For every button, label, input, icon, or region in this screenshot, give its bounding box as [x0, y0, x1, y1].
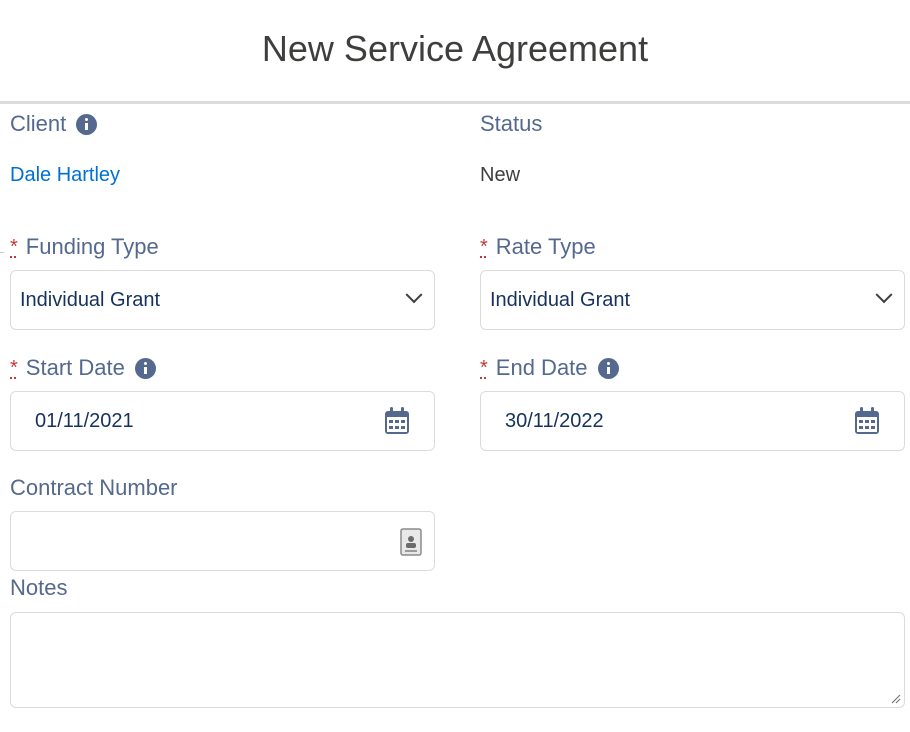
status-label: Status: [480, 111, 543, 136]
calendar-icon[interactable]: [384, 407, 410, 435]
chevron-down-icon: [405, 286, 423, 304]
notes-label-row: Notes: [10, 575, 67, 601]
info-icon[interactable]: [597, 357, 619, 379]
start-date-input[interactable]: 01/11/2021: [10, 391, 435, 451]
rate-type-label-row: * Rate Type: [480, 234, 596, 260]
notes-label: Notes: [10, 575, 68, 600]
modal-header: New Service Agreement: [0, 0, 910, 104]
contract-number-label: Contract Number: [10, 475, 178, 500]
funding-type-value: Individual Grant: [20, 289, 161, 311]
status-value: New: [480, 164, 521, 186]
calendar-icon[interactable]: [854, 407, 880, 435]
rate-type-value: Individual Grant: [490, 289, 631, 311]
required-marker: *: [10, 357, 18, 379]
rate-type-label: Rate Type: [495, 234, 596, 259]
info-icon[interactable]: [134, 357, 156, 379]
notes-textarea[interactable]: [10, 612, 905, 708]
end-date-label: End Date: [495, 355, 588, 380]
required-marker: *: [480, 357, 488, 379]
divider-tick: [0, 252, 4, 253]
client-label-row: Client: [10, 111, 98, 137]
contact-card-icon[interactable]: [400, 528, 422, 556]
end-date-input[interactable]: 30/11/2022: [480, 391, 905, 451]
start-date-value: 01/11/2021: [35, 410, 134, 432]
rate-type-select[interactable]: Individual Grant: [480, 270, 905, 330]
required-marker: *: [480, 236, 488, 258]
contract-number-label-row: Contract Number: [10, 475, 178, 501]
funding-type-select[interactable]: Individual Grant: [10, 270, 435, 330]
end-date-label-row: * End Date: [480, 355, 619, 381]
resize-handle-icon[interactable]: [891, 694, 901, 704]
end-date-value: 30/11/2022: [505, 410, 604, 432]
client-label: Client: [10, 111, 67, 136]
status-label-row: Status: [480, 111, 542, 137]
contract-number-input[interactable]: [10, 511, 435, 571]
funding-type-label: Funding Type: [25, 234, 159, 259]
page-title: New Service Agreement: [261, 28, 649, 69]
required-marker: *: [10, 236, 18, 258]
funding-type-label-row: * Funding Type: [10, 234, 159, 260]
client-link[interactable]: Dale Hartley: [10, 164, 120, 187]
start-date-label-row: * Start Date: [10, 355, 156, 381]
start-date-label: Start Date: [25, 355, 125, 380]
chevron-down-icon: [875, 286, 893, 304]
info-icon[interactable]: [76, 113, 98, 135]
